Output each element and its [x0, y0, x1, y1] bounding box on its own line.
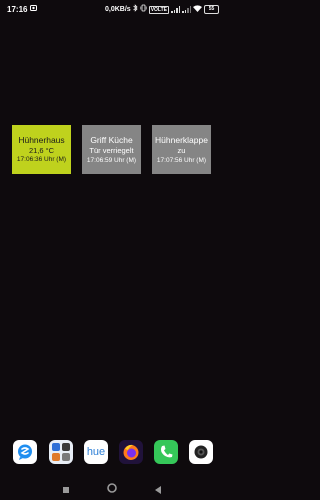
vibrate-icon	[140, 4, 147, 15]
widget-huehnerhaus[interactable]: Hühnerhaus 21,6 °C 17:06:36 Uhr (M)	[12, 125, 71, 174]
widget-timestamp: 17:07:56 Uhr (M)	[156, 157, 207, 164]
widget-title: Hühnerklappe	[155, 135, 208, 145]
widget-griff-kueche[interactable]: Griff Küche Tür verriegelt 17:06:59 Uhr …	[82, 125, 141, 174]
navigation-bar	[0, 478, 225, 496]
camera-app-icon[interactable]	[189, 440, 213, 464]
app-dock: hue	[0, 440, 225, 464]
widget-title: Griff Küche	[90, 135, 133, 145]
volte-badge: VOLTE	[148, 5, 169, 14]
recent-apps-icon[interactable]	[61, 482, 71, 500]
widget-value: 21,6 °C	[28, 146, 55, 155]
widget-title: Hühnerhaus	[18, 135, 65, 145]
chat-bubble-app-icon[interactable]	[13, 440, 37, 464]
net-speed: 0,0KB/s	[105, 6, 131, 13]
wifi-icon	[193, 4, 202, 15]
clock: 17:16	[7, 4, 28, 14]
widget-value: Tür verriegelt	[89, 146, 134, 155]
tools-folder-app-icon[interactable]	[49, 440, 73, 464]
signal-2-icon	[182, 6, 191, 13]
widget-timestamp: 17:06:59 Uhr (M)	[86, 157, 137, 164]
widget-value: zu	[177, 146, 186, 155]
status-right: 0,0KB/s VOLTE 55	[105, 4, 219, 15]
phone-app-icon[interactable]	[154, 440, 178, 464]
hue-app-icon[interactable]: hue	[84, 440, 108, 464]
widget-timestamp: 17:06:36 Uhr (M)	[16, 156, 67, 163]
status-bar: 17:16 0,0KB/s VOLTE 55	[0, 0, 225, 20]
battery-level: 55	[208, 6, 215, 12]
status-left: 17:16	[7, 4, 38, 14]
bluetooth-icon	[132, 4, 138, 15]
hue-label: hue	[86, 446, 106, 458]
battery-icon: 55	[204, 5, 219, 14]
notification-icon	[30, 4, 38, 14]
home-icon[interactable]	[106, 482, 118, 500]
back-icon[interactable]	[153, 482, 163, 500]
firefox-app-icon[interactable]	[119, 440, 143, 464]
signal-icon	[171, 6, 180, 13]
widget-huehnerklappe[interactable]: Hühnerklappe zu 17:07:56 Uhr (M)	[152, 125, 211, 174]
